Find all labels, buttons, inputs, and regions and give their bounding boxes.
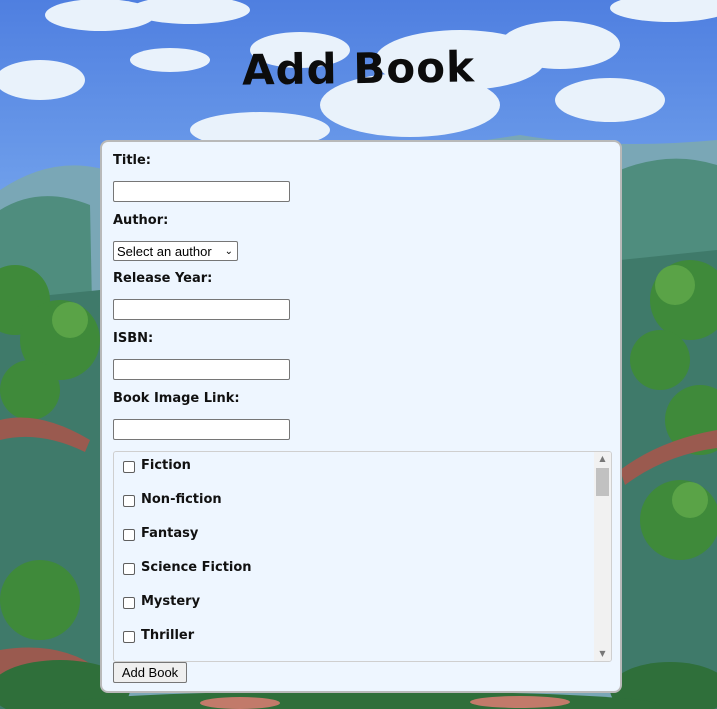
genre-item-thriller[interactable]: Thriller: [123, 628, 194, 643]
genre-label: Mystery: [141, 594, 201, 609]
author-select-value: Select an author: [117, 243, 212, 259]
author-select[interactable]: Select an author ⌄: [113, 241, 238, 261]
add-book-button[interactable]: Add Book: [113, 662, 187, 683]
title-input[interactable]: [113, 181, 290, 202]
genre-label: Fiction: [141, 458, 191, 473]
scroll-down-arrow-icon[interactable]: ▼: [594, 647, 611, 661]
genre-checkbox[interactable]: [123, 460, 135, 473]
scroll-up-arrow-icon[interactable]: ▲: [594, 452, 611, 466]
genre-label: Fantasy: [141, 526, 199, 541]
scroll-thumb[interactable]: [596, 468, 609, 496]
genre-checkbox[interactable]: [123, 494, 135, 507]
image-link-label: Book Image Link:: [113, 391, 240, 406]
image-link-input[interactable]: [113, 419, 290, 440]
genre-label: Thriller: [141, 628, 195, 643]
genre-label: Science Fiction: [141, 560, 252, 575]
release-year-label: Release Year:: [113, 271, 213, 286]
genre-item-fantasy[interactable]: Fantasy: [123, 526, 198, 541]
genre-list[interactable]: Fiction Non-fiction Fantasy Science Fict…: [113, 451, 612, 662]
genre-item-science-fiction[interactable]: Science Fiction: [123, 560, 252, 575]
genre-checkbox[interactable]: [123, 596, 135, 609]
chevron-down-icon: ⌄: [224, 245, 233, 257]
isbn-input[interactable]: [113, 359, 290, 380]
page-title: Add Book: [241, 42, 476, 95]
genre-checkbox[interactable]: [123, 528, 135, 541]
genre-item-fiction[interactable]: Fiction: [123, 458, 191, 473]
title-label: Title:: [113, 153, 152, 168]
genre-scrollbar[interactable]: ▲ ▼: [594, 452, 611, 661]
genre-label: Non-fiction: [141, 492, 222, 507]
release-year-input[interactable]: [113, 299, 290, 320]
genre-item-mystery[interactable]: Mystery: [123, 594, 200, 609]
author-label: Author:: [113, 213, 169, 228]
genre-checkbox[interactable]: [123, 562, 135, 575]
isbn-label: ISBN:: [113, 331, 154, 346]
genre-checkbox[interactable]: [123, 630, 135, 643]
genre-item-non-fiction[interactable]: Non-fiction: [123, 492, 222, 507]
add-book-form: Title: Author: Select an author ⌄ Releas…: [100, 140, 622, 693]
